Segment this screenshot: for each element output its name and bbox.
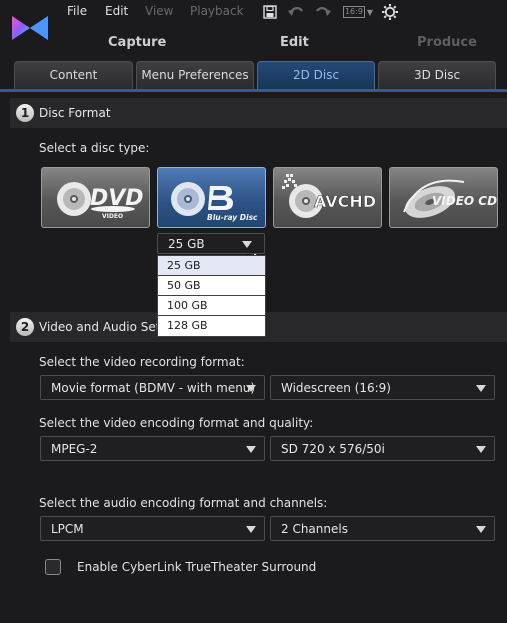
encoding-label: Select the video encoding format and qua…	[39, 416, 314, 430]
menu-file[interactable]: File	[67, 4, 87, 18]
disc-size-option[interactable]: 128 GB	[158, 316, 265, 336]
menu-playback[interactable]: Playback	[190, 4, 244, 18]
step-badge: 2	[16, 318, 34, 336]
disc-type-dvd-button[interactable]: DVD VIDEO	[41, 167, 150, 228]
dvd-video-text: VIDEO	[102, 213, 123, 220]
video-quality-dropdown[interactable]: SD 720 x 576/50i	[270, 436, 495, 461]
disc-size-option[interactable]: 25 GB	[158, 256, 265, 276]
gear-icon[interactable]	[380, 3, 400, 21]
panel-title: Disc Format	[39, 106, 111, 120]
recording-format-value: Movie format (BDMV - with menu)	[51, 381, 256, 395]
tab-3d-disc[interactable]: 3D Disc	[378, 61, 496, 89]
disc-size-list[interactable]: 25 GB 50 GB 100 GB 128 GB	[157, 255, 266, 337]
surround-label: Enable CyberLink TrueTheater Surround	[77, 560, 317, 574]
chevron-down-icon	[246, 526, 256, 533]
bluray-disc-logo-icon: Blu-ray Disc	[171, 182, 258, 222]
disc-type-label: Select a disc type:	[39, 141, 150, 155]
audio-label: Select the audio encoding format and cha…	[39, 496, 328, 510]
avchd-logo-icon: AVCHD	[282, 174, 376, 218]
dvd-video-logo-icon: DVD VIDEO	[57, 182, 144, 220]
audio-codec-value: LPCM	[51, 522, 84, 536]
vcd-logo-text: VIDEO CD	[432, 194, 497, 208]
disc-format-header: 1 Disc Format	[10, 98, 507, 128]
menu-edit[interactable]: Edit	[105, 4, 128, 18]
aspect-ratio-dropdown[interactable]: 16:9 ▼	[342, 3, 374, 21]
disc-type-bluray-button[interactable]: Blu-ray Disc	[157, 167, 266, 228]
mode-capture[interactable]: Capture	[108, 35, 166, 50]
aspect-ratio-value: 16:9	[342, 6, 365, 18]
video-cd-logo-icon: VIDEO CD	[403, 179, 497, 218]
step-badge: 1	[16, 104, 34, 122]
tab-underline	[0, 89, 507, 92]
save-icon[interactable]	[262, 3, 278, 21]
avchd-logo-text: AVCHD	[314, 192, 376, 211]
aspect-value: Widescreen (16:9)	[281, 381, 391, 395]
chevron-down-icon	[246, 385, 256, 392]
disc-size-option[interactable]: 100 GB	[158, 296, 265, 316]
disc-type-vcd-button[interactable]: VIDEO CD	[389, 167, 498, 228]
tab-2d-disc[interactable]: 2D Disc	[257, 61, 375, 89]
chevron-down-icon	[476, 446, 486, 453]
recording-format-dropdown[interactable]: Movie format (BDMV - with menu)	[40, 375, 265, 400]
mode-edit[interactable]: Edit	[280, 35, 309, 50]
chevron-down-icon: ▼	[366, 7, 374, 17]
video-codec-dropdown[interactable]: MPEG-2	[40, 436, 265, 461]
disc-type-avchd-button[interactable]: AVCHD	[273, 167, 382, 228]
video-codec-value: MPEG-2	[51, 442, 98, 456]
tab-content[interactable]: Content	[14, 61, 133, 89]
disc-size-option[interactable]: 50 GB	[158, 276, 265, 296]
audio-channels-dropdown[interactable]: 2 Channels	[270, 516, 495, 541]
chevron-down-icon	[242, 241, 252, 248]
chevron-down-icon	[476, 385, 486, 392]
video-quality-value: SD 720 x 576/50i	[281, 442, 385, 456]
disc-size-value: 25 GB	[168, 237, 205, 251]
mode-produce[interactable]: Produce	[417, 35, 477, 50]
surround-checkbox[interactable]	[45, 559, 61, 575]
menu-view[interactable]: View	[145, 4, 173, 18]
chevron-down-icon	[476, 526, 486, 533]
audio-codec-dropdown[interactable]: LPCM	[40, 516, 265, 541]
aspect-dropdown[interactable]: Widescreen (16:9)	[270, 375, 495, 400]
tab-menu-preferences[interactable]: Menu Preferences	[136, 61, 254, 89]
chevron-down-icon	[246, 446, 256, 453]
app-logo	[10, 14, 50, 42]
disc-size-dropdown[interactable]: 25 GB	[157, 233, 265, 254]
recording-format-label: Select the video recording format:	[39, 355, 245, 369]
audio-channels-value: 2 Channels	[281, 522, 348, 536]
bluray-logo-text: Blu-ray Disc	[207, 213, 258, 222]
undo-icon[interactable]	[287, 3, 305, 21]
redo-icon[interactable]	[314, 3, 332, 21]
